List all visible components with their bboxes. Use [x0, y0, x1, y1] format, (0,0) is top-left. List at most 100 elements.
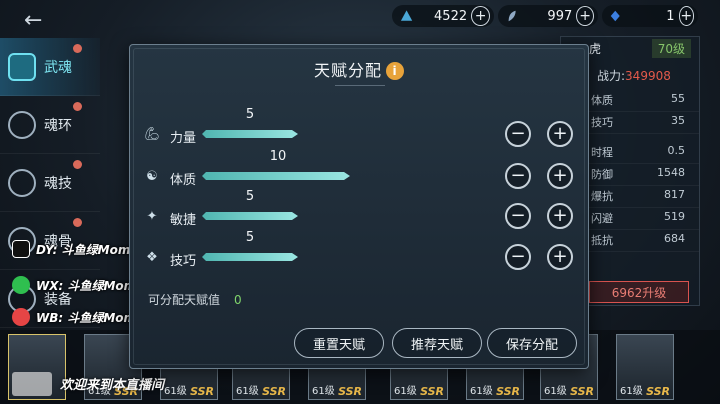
card-level: 61级 [620, 386, 643, 397]
talent-label: 技巧 [170, 254, 197, 269]
card-level: 61级 [164, 386, 187, 397]
hero-name: 虎 [589, 41, 602, 56]
increase-agility-button[interactable]: + [547, 203, 573, 229]
talent-label: 力量 [170, 131, 197, 146]
arm-icon: 💪︎ [144, 127, 161, 142]
card-level: 61级 [394, 386, 417, 397]
increase-constitution-button[interactable]: + [547, 163, 573, 189]
talent-row-agility: ✦ 敏捷 5 − + [130, 189, 590, 233]
remaining-talent-points: 可分配天赋值 0 [148, 291, 242, 308]
decrease-constitution-button[interactable]: − [505, 163, 531, 189]
top-bar: ← 4522 + 997 + 1 + [0, 0, 720, 36]
info-icon[interactable]: i [386, 62, 404, 80]
site-logo [12, 372, 52, 396]
stat-value: 519 [664, 210, 685, 223]
notification-dot [73, 44, 82, 53]
stat-label: 体质 [591, 94, 613, 107]
stat-value: 817 [664, 188, 685, 201]
stat-value: 0.5 [667, 144, 686, 157]
save-allocation-button[interactable]: 保存分配 [487, 328, 577, 358]
stat-label: 抵抗 [591, 234, 613, 247]
wechat-icon [12, 276, 30, 294]
decrease-agility-button[interactable]: − [505, 203, 531, 229]
dialog-title: 天赋分配 i [130, 57, 588, 81]
soul-ring-icon [8, 110, 36, 139]
back-arrow-icon[interactable]: ← [24, 8, 42, 33]
talent-bar [202, 130, 298, 138]
upgrade-button[interactable]: 6962升级 [589, 281, 689, 303]
talent-row-skill: ❖ 技巧 5 − + [130, 230, 590, 274]
resource-value: 4522 [434, 8, 468, 24]
title-ornament [335, 85, 385, 89]
recommend-talent-button[interactable]: 推荐天赋 [392, 328, 482, 358]
remaining-label: 可分配天赋值 [148, 293, 221, 307]
talent-value: 5 [245, 230, 255, 245]
talent-label: 体质 [170, 173, 197, 188]
notification-dot [73, 218, 82, 227]
power-label: 战力: [597, 69, 626, 83]
soul-skill-icon [8, 168, 36, 197]
dialog-title-text: 天赋分配 [313, 61, 382, 80]
stat-label: 爆抗 [591, 190, 613, 203]
remaining-value: 0 [234, 293, 242, 307]
add-feather-button[interactable]: + [576, 6, 594, 26]
talent-row-strength: 💪︎ 力量 5 − + [130, 107, 590, 151]
hero-card[interactable]: 61级 SSR [616, 334, 674, 400]
talent-bar [202, 172, 350, 180]
nav-label: 魂技 [44, 175, 72, 192]
decrease-strength-button[interactable]: − [505, 121, 531, 147]
power-value: 349908 [625, 69, 671, 83]
talent-bar [202, 253, 298, 261]
douyin-overlay: DY: 斗鱼绿Momo [12, 240, 139, 258]
body-icon: ☯ [146, 169, 158, 184]
ssr-badge: SSR [496, 385, 520, 398]
stat-value: 684 [664, 232, 685, 245]
resource-wing: 4522 + [392, 5, 494, 27]
talent-allocation-dialog: 天赋分配 i 💪︎ 力量 5 − + ☯ 体质 10 − + ✦ 敏捷 5 − +… [129, 44, 589, 369]
crystal-icon [610, 10, 620, 22]
add-crystal-button[interactable]: + [678, 6, 694, 26]
card-level: 61级 [544, 386, 567, 397]
stat-label: 闪避 [591, 212, 613, 225]
welcome-text: 欢迎来到本直播间 [60, 378, 165, 393]
resource-crystal: 1 + [602, 5, 698, 27]
douyin-text: DY: 斗鱼绿Momo [36, 242, 139, 257]
nav-item-hunhuan[interactable]: 魂环 [0, 96, 100, 154]
weibo-overlay: WB: 斗鱼绿Momo [12, 308, 144, 326]
stat-label: 防御 [591, 168, 613, 181]
weibo-icon [12, 308, 30, 326]
card-level: 61级 [312, 386, 335, 397]
card-level: 61级 [470, 386, 493, 397]
notification-dot [73, 102, 82, 111]
reset-talent-button[interactable]: 重置天赋 [294, 328, 384, 358]
ssr-badge: SSR [190, 385, 214, 398]
add-wing-button[interactable]: + [471, 6, 490, 26]
talent-value: 5 [245, 107, 255, 122]
talent-value: 10 [269, 149, 287, 164]
hero-level: 70级 [651, 38, 691, 58]
wechat-overlay: WX: 斗鱼绿Momo [12, 276, 144, 294]
ssr-badge: SSR [570, 385, 594, 398]
ssr-badge: SSR [646, 385, 670, 398]
nav-item-wuhun[interactable]: 武魂 [0, 38, 100, 96]
stat-label: 技巧 [591, 116, 613, 129]
resource-value: 997 [547, 8, 573, 24]
resource-value: 1 [666, 8, 675, 24]
stat-value: 1548 [657, 166, 685, 179]
talent-value: 5 [245, 189, 255, 204]
agility-icon: ✦ [146, 209, 158, 224]
increase-skill-button[interactable]: + [547, 244, 573, 270]
ssr-badge: SSR [420, 385, 444, 398]
decrease-skill-button[interactable]: − [505, 244, 531, 270]
nav-label: 武魂 [44, 59, 72, 76]
wing-icon [400, 10, 413, 21]
talent-row-constitution: ☯ 体质 10 − + [130, 149, 590, 193]
talent-bar [202, 212, 298, 220]
talent-label: 敏捷 [170, 213, 197, 228]
stat-value: 35 [671, 114, 685, 127]
nav-label: 魂环 [44, 117, 72, 134]
wuhun-icon [8, 52, 36, 81]
nav-item-hunji[interactable]: 魂技 [0, 154, 100, 212]
increase-strength-button[interactable]: + [547, 121, 573, 147]
card-level: 61级 [236, 386, 259, 397]
